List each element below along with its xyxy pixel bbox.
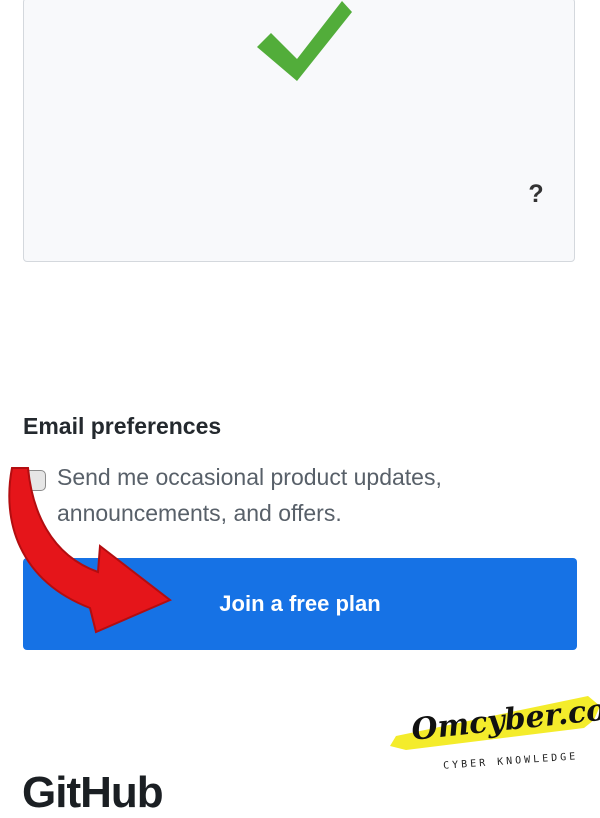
product-updates-label[interactable]: Send me occasional product updates, anno… bbox=[57, 459, 477, 531]
github-logo[interactable]: GitHub bbox=[22, 768, 164, 818]
checkmark-icon bbox=[257, 1, 352, 81]
product-updates-checkbox[interactable] bbox=[25, 470, 46, 491]
email-preferences-heading: Email preferences bbox=[23, 413, 222, 439]
help-icon[interactable]: ? bbox=[524, 177, 548, 211]
captcha-panel: ? bbox=[23, 0, 575, 262]
join-free-plan-button[interactable]: Join a free plan bbox=[23, 558, 577, 650]
